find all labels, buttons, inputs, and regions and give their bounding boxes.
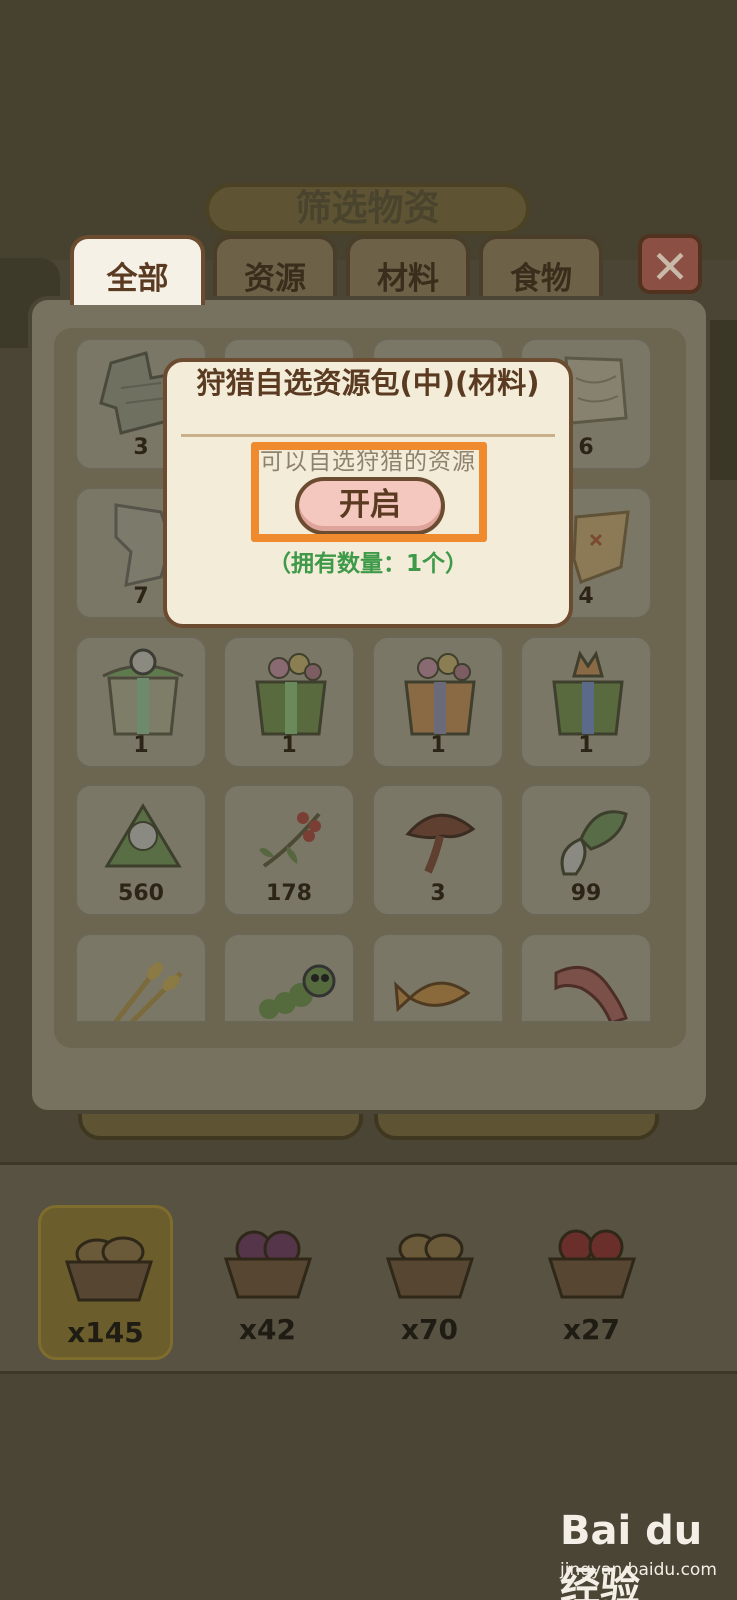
basket-slot-apple[interactable]: x27: [524, 1205, 659, 1360]
bok-choy-icon: [560, 810, 628, 876]
watermark-logo: Bai du 经验: [560, 1508, 703, 1600]
basket-count: x27: [562, 1313, 621, 1346]
owned-quantity: （拥有数量：1个）: [267, 551, 468, 577]
item-cell[interactable]: [223, 933, 355, 1023]
basket-slot-potato[interactable]: x145: [38, 1205, 173, 1360]
resource-pack-popup: 狩猎自选资源包(中)(材料) 可以自选狩猎的资源 开启 （拥有数量：1个）: [163, 358, 573, 628]
potato-basket-icon: [385, 1233, 475, 1299]
highlight-box: [251, 442, 487, 542]
item-count: 3: [430, 881, 446, 906]
tab-materials[interactable]: 材料: [346, 235, 470, 305]
page-title: 筛选物资: [205, 183, 530, 235]
wheat-icon: [113, 961, 183, 1021]
basket-slot-cabbage[interactable]: x42: [200, 1205, 335, 1360]
panda-gift-box-icon: [102, 648, 184, 736]
basket-count: x42: [238, 1313, 297, 1346]
item-cell[interactable]: [520, 933, 652, 1023]
item-count: 560: [118, 881, 164, 906]
item-count: 1: [430, 733, 446, 758]
item-cell[interactable]: [372, 933, 504, 1023]
item-cell[interactable]: 3: [372, 784, 504, 916]
fox-gift-box-icon: [552, 650, 624, 736]
potato-basket-icon: [64, 1236, 154, 1302]
tab-food[interactable]: 食物: [479, 235, 603, 305]
apple-basket-icon: [547, 1229, 637, 1299]
cabbage-basket-icon: [223, 1230, 313, 1299]
item-cell[interactable]: 99: [520, 784, 652, 916]
item-cell[interactable]: 1: [520, 636, 652, 768]
tab-resources[interactable]: 资源: [213, 235, 337, 305]
popup-divider: [181, 434, 555, 437]
item-cell[interactable]: 560: [75, 784, 207, 916]
basket-count: x70: [400, 1313, 459, 1346]
caterpillar-icon: [259, 964, 336, 1019]
item-count: 99: [570, 881, 602, 906]
item-count: 1: [578, 733, 594, 758]
item-count: 178: [266, 881, 312, 906]
item-cell[interactable]: 1: [75, 636, 207, 768]
item-cell[interactable]: 1: [372, 636, 504, 768]
item-cell[interactable]: [75, 933, 207, 1023]
berry-branch-icon: [259, 812, 321, 868]
watermark-site: jingyan.baidu.com: [560, 1560, 717, 1580]
flower-gift-box-icon: [255, 653, 327, 736]
item-count: 1: [133, 733, 149, 758]
item-cell[interactable]: 1: [223, 636, 355, 768]
tab-all[interactable]: 全部: [70, 235, 205, 305]
item-cell[interactable]: 178: [223, 784, 355, 916]
basket-count: x145: [67, 1316, 144, 1349]
rice-dumpling-icon: [104, 803, 182, 868]
popup-title: 狩猎自选资源包(中)(材料): [196, 366, 540, 400]
close-x-icon: ✕: [650, 240, 690, 294]
fish-icon: [394, 981, 471, 1013]
mushroom-icon: [405, 813, 476, 874]
bacon-icon: [554, 965, 628, 1021]
item-count: 1: [281, 733, 297, 758]
basket-slot-potato-2[interactable]: x70: [362, 1205, 497, 1360]
close-button[interactable]: ✕: [638, 234, 702, 294]
flower-gift-box-icon: [404, 653, 476, 736]
